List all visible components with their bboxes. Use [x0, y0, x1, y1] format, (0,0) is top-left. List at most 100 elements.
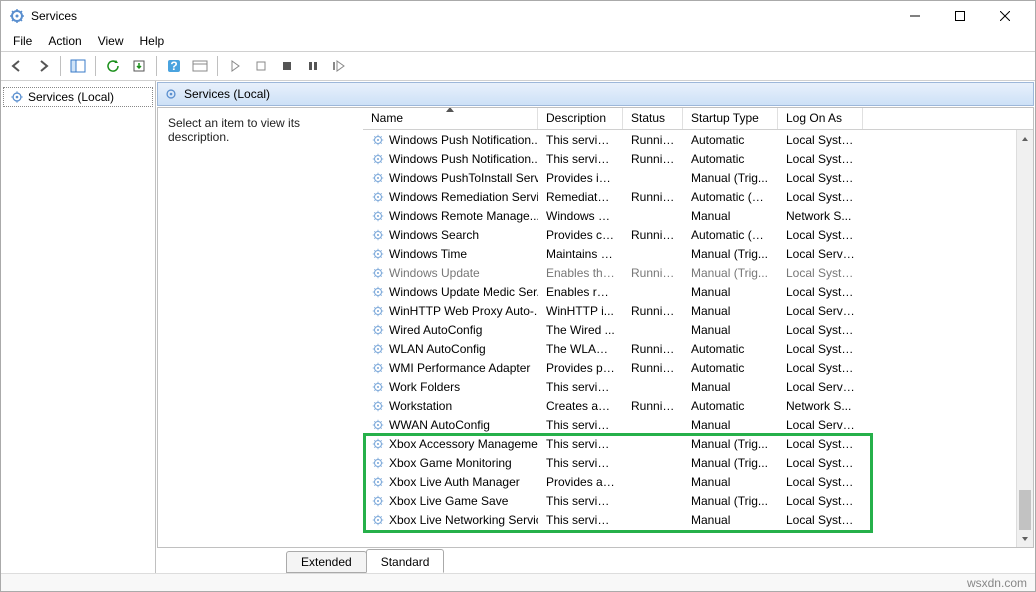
- service-logon-as: Local Syste...: [778, 227, 863, 243]
- service-status: Running: [623, 398, 683, 414]
- service-row[interactable]: WorkstationCreates and...RunningAutomati…: [363, 396, 1033, 415]
- svg-text:?: ?: [170, 59, 177, 73]
- column-headers: Name Description Status Startup Type Log…: [363, 108, 1033, 130]
- service-startup-type: Automatic: [683, 398, 778, 414]
- service-row[interactable]: Xbox Live Game SaveThis service ...Manua…: [363, 491, 1033, 510]
- service-status: [623, 291, 683, 293]
- scroll-thumb[interactable]: [1019, 490, 1031, 530]
- service-row[interactable]: Xbox Game MonitoringThis service ...Manu…: [363, 453, 1033, 472]
- service-row[interactable]: Work FoldersThis service ...ManualLocal …: [363, 377, 1033, 396]
- service-logon-as: Local Service: [778, 246, 863, 262]
- start-service-button[interactable]: [223, 54, 247, 78]
- service-row[interactable]: Xbox Live Networking ServiceThis service…: [363, 510, 1033, 529]
- service-name: Xbox Game Monitoring: [389, 456, 512, 470]
- tree-pane: Services (Local): [1, 81, 156, 573]
- column-name[interactable]: Name: [363, 108, 538, 129]
- scroll-down-button[interactable]: [1017, 530, 1033, 547]
- export-list-button[interactable]: [127, 54, 151, 78]
- column-description[interactable]: Description: [538, 108, 623, 129]
- service-description: Enables rem...: [538, 284, 623, 300]
- service-row[interactable]: Windows UpdateEnables the ...RunningManu…: [363, 263, 1033, 282]
- service-logon-as: Local Syste...: [778, 455, 863, 471]
- menu-view[interactable]: View: [90, 32, 132, 50]
- column-status[interactable]: Status: [623, 108, 683, 129]
- service-row[interactable]: Windows Update Medic Ser...Enables rem..…: [363, 282, 1033, 301]
- tab-extended[interactable]: Extended: [286, 551, 367, 573]
- service-list: Name Description Status Startup Type Log…: [363, 108, 1033, 547]
- service-name: Windows Time: [389, 247, 467, 261]
- service-row[interactable]: Windows Remediation Servi...Remediates .…: [363, 187, 1033, 206]
- service-name: Windows PushToInstall Serv...: [389, 171, 538, 185]
- service-row[interactable]: Windows Push Notification...This service…: [363, 130, 1033, 149]
- help-button[interactable]: ?: [162, 54, 186, 78]
- show-hide-tree-button[interactable]: [66, 54, 90, 78]
- description-prompt: Select an item to view its description.: [168, 116, 300, 144]
- service-row[interactable]: Windows Remote Manage...Windows R...Manu…: [363, 206, 1033, 225]
- service-name: WLAN AutoConfig: [389, 342, 486, 356]
- service-row[interactable]: Windows Push Notification...This service…: [363, 149, 1033, 168]
- service-description: Remediates ...: [538, 189, 623, 205]
- service-description: This service ...: [538, 417, 623, 433]
- properties-button[interactable]: [188, 54, 212, 78]
- minimize-button[interactable]: [892, 1, 937, 31]
- service-description: Provides pe...: [538, 360, 623, 376]
- service-name: Windows Update Medic Ser...: [389, 285, 538, 299]
- service-name: Xbox Accessory Manageme...: [389, 437, 538, 451]
- tab-standard[interactable]: Standard: [366, 549, 445, 573]
- stop-button[interactable]: [275, 54, 299, 78]
- gear-icon: [371, 304, 385, 318]
- column-startup-type[interactable]: Startup Type: [683, 108, 778, 129]
- service-name: Xbox Live Networking Service: [389, 513, 538, 527]
- detail-pane: Services (Local) Select an item to view …: [156, 81, 1035, 573]
- restart-button[interactable]: [327, 54, 351, 78]
- service-row[interactable]: Xbox Accessory Manageme...This service .…: [363, 434, 1033, 453]
- service-startup-type: Manual (Trig...: [683, 493, 778, 509]
- service-row[interactable]: WMI Performance AdapterProvides pe...Run…: [363, 358, 1033, 377]
- service-startup-type: Manual: [683, 322, 778, 338]
- pause-button[interactable]: [301, 54, 325, 78]
- service-status: Running: [623, 189, 683, 205]
- menu-file[interactable]: File: [5, 32, 40, 50]
- gear-icon: [371, 456, 385, 470]
- window-title: Services: [31, 9, 77, 23]
- service-row[interactable]: WinHTTP Web Proxy Auto-...WinHTTP i...Ru…: [363, 301, 1033, 320]
- service-row[interactable]: WWAN AutoConfigThis service ...ManualLoc…: [363, 415, 1033, 434]
- column-log-on-as[interactable]: Log On As: [778, 108, 863, 129]
- service-status: Running: [623, 303, 683, 319]
- service-name: Windows Remote Manage...: [389, 209, 538, 223]
- service-description: The WLANS...: [538, 341, 623, 357]
- tree-root-services-local[interactable]: Services (Local): [3, 87, 153, 107]
- service-name: Windows Update: [389, 266, 480, 280]
- forward-button[interactable]: [31, 54, 55, 78]
- gear-icon: [371, 171, 385, 185]
- service-row[interactable]: Wired AutoConfigThe Wired ...ManualLocal…: [363, 320, 1033, 339]
- menu-help[interactable]: Help: [132, 32, 173, 50]
- service-description: This service ...: [538, 436, 623, 452]
- gear-icon: [164, 87, 178, 101]
- service-status: [623, 424, 683, 426]
- service-startup-type: Manual: [683, 512, 778, 528]
- service-row[interactable]: Windows TimeMaintains d...Manual (Trig..…: [363, 244, 1033, 263]
- service-row[interactable]: Windows PushToInstall Serv...Provides in…: [363, 168, 1033, 187]
- back-button[interactable]: [5, 54, 29, 78]
- gear-icon: [371, 152, 385, 166]
- service-name: Windows Push Notification...: [389, 133, 538, 147]
- menubar: File Action View Help: [1, 31, 1035, 51]
- maximize-button[interactable]: [937, 1, 982, 31]
- service-row[interactable]: Xbox Live Auth ManagerProvides au...Manu…: [363, 472, 1033, 491]
- vertical-scrollbar[interactable]: [1016, 130, 1033, 547]
- gear-icon: [371, 399, 385, 413]
- service-row[interactable]: WLAN AutoConfigThe WLANS...RunningAutoma…: [363, 339, 1033, 358]
- refresh-button[interactable]: [101, 54, 125, 78]
- gear-icon: [371, 494, 385, 508]
- service-row[interactable]: Windows SearchProvides co...RunningAutom…: [363, 225, 1033, 244]
- stop-service-button[interactable]: [249, 54, 273, 78]
- scroll-up-button[interactable]: [1017, 130, 1033, 147]
- gear-icon: [371, 361, 385, 375]
- service-description: This service ...: [538, 455, 623, 471]
- service-startup-type: Manual: [683, 474, 778, 490]
- gear-icon: [371, 475, 385, 489]
- menu-action[interactable]: Action: [40, 32, 89, 50]
- service-startup-type: Manual (Trig...: [683, 246, 778, 262]
- close-button[interactable]: [982, 1, 1027, 31]
